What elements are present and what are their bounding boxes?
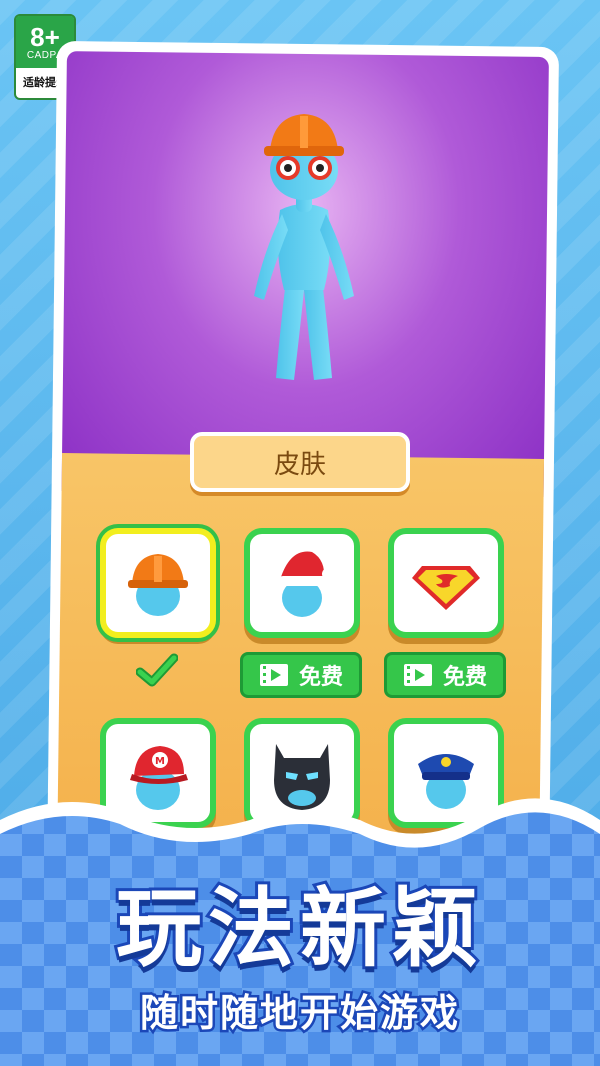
santa-hat-icon	[278, 551, 334, 617]
character-preview	[254, 114, 354, 380]
video-icon	[403, 664, 432, 686]
skin-item-santa-hat[interactable]	[244, 528, 360, 638]
svg-text:M: M	[155, 756, 165, 767]
free-label: 免费	[298, 665, 343, 690]
hard-hat-icon	[128, 554, 188, 616]
selected-check-icon	[136, 653, 178, 687]
banner-headline: 玩法新颖	[113, 876, 484, 982]
superman-logo-icon	[412, 566, 480, 610]
skin-tab-title[interactable]: 皮肤	[190, 432, 410, 492]
free-video-button-superman[interactable]: 免费	[384, 652, 506, 698]
age-number: 8+	[30, 21, 60, 52]
skin-item-superman-logo[interactable]	[388, 528, 504, 638]
video-icon	[259, 664, 288, 686]
banner-subline: 随时随地开始游戏	[137, 989, 460, 1038]
free-label: 免费	[442, 665, 487, 690]
skin-item-hard-hat[interactable]	[100, 528, 216, 638]
free-video-button-santa[interactable]: 免费	[240, 652, 362, 698]
